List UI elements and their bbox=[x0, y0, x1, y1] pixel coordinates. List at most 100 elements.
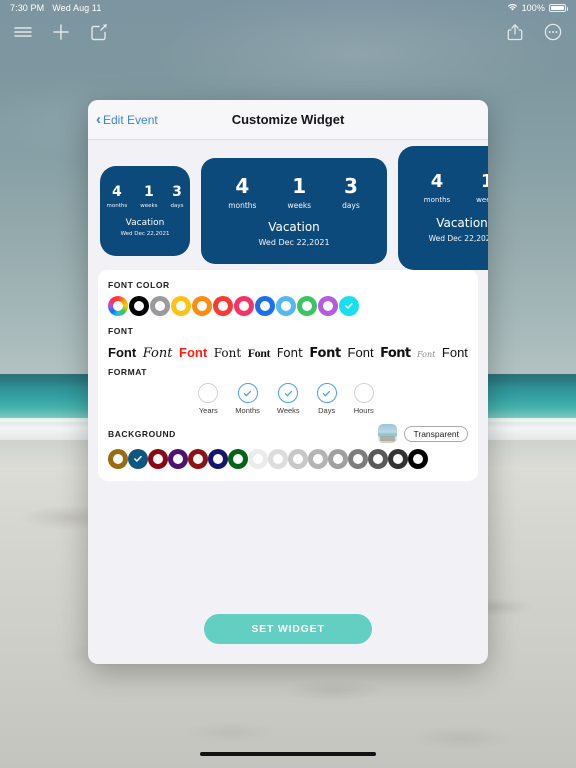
unit-weeks: 1 weeks bbox=[140, 185, 157, 209]
font-sample-9[interactable]: Font bbox=[380, 346, 411, 361]
font-color-swatch-green[interactable] bbox=[297, 296, 317, 316]
font-color-swatch-orange[interactable] bbox=[192, 296, 212, 316]
unit-value: 3 bbox=[172, 183, 182, 200]
plus-icon[interactable] bbox=[50, 21, 72, 43]
event-title: Vacation bbox=[436, 216, 488, 231]
font-sample-5[interactable]: Font bbox=[248, 346, 271, 361]
font-color-swatch-gray[interactable] bbox=[150, 296, 170, 316]
unit-label: months bbox=[228, 200, 257, 210]
background-swatch-gray-1[interactable] bbox=[248, 449, 268, 469]
widget-options-panel: FONT COLOR FONT Font Font Font Font Font Font… bbox=[98, 270, 478, 481]
transparent-background-button[interactable]: Transparent bbox=[404, 425, 468, 442]
check-icon bbox=[243, 390, 252, 396]
font-color-swatch-red[interactable] bbox=[213, 296, 233, 316]
format-checkbox[interactable] bbox=[316, 383, 337, 403]
unit-label: weeks bbox=[476, 195, 488, 204]
format-section: FORMAT Years Months Weeks Days Hours bbox=[108, 367, 468, 415]
font-color-swatch-yellow[interactable] bbox=[171, 296, 191, 316]
format-option-weeks[interactable]: Weeks bbox=[277, 383, 300, 415]
background-swatch-gray-5[interactable] bbox=[328, 449, 348, 469]
font-section-label: FONT bbox=[108, 326, 134, 336]
unit-months: 4 months bbox=[228, 173, 257, 210]
widget-preview-card-small[interactable]: 4 months 1 weeks 3 days Vacation Wed Dec… bbox=[100, 166, 190, 256]
unit-label: days bbox=[342, 200, 360, 210]
unit-label: days bbox=[170, 202, 184, 209]
format-checkbox[interactable] bbox=[278, 383, 299, 403]
format-option-months[interactable]: Months bbox=[235, 383, 260, 415]
widget-preview-card-medium[interactable]: 4 months 1 weeks 3 days Vacation Wed Dec… bbox=[201, 158, 387, 264]
font-sample-11[interactable]: Font bbox=[442, 345, 468, 360]
font-sample-4[interactable]: Font bbox=[214, 346, 241, 360]
widget-preview-card-large[interactable]: 4 months 1 weeks Vacation Wed Dec 22,202… bbox=[398, 146, 488, 270]
toolbar-left-group bbox=[12, 21, 110, 43]
widget-preview-strip: 4 months 1 weeks 3 days Vacation Wed Dec… bbox=[88, 140, 488, 270]
hamburger-menu-icon[interactable] bbox=[12, 21, 34, 43]
font-color-swatch-pink[interactable] bbox=[234, 296, 254, 316]
back-to-edit-event-button[interactable]: ‹ Edit Event bbox=[88, 112, 158, 127]
background-swatch-gray-8[interactable] bbox=[388, 449, 408, 469]
status-battery-percent: 100% bbox=[521, 3, 545, 13]
font-color-swatch-purple[interactable] bbox=[318, 296, 338, 316]
font-color-section-label: FONT COLOR bbox=[108, 280, 170, 290]
event-date: Wed Dec 22,2021 bbox=[258, 237, 330, 247]
background-swatch-dark-red[interactable] bbox=[148, 449, 168, 469]
font-color-swatch-black[interactable] bbox=[129, 296, 149, 316]
background-swatch-gray-3[interactable] bbox=[288, 449, 308, 469]
format-option-label: Years bbox=[198, 406, 218, 415]
font-sample-7[interactable]: Font bbox=[309, 346, 341, 361]
font-sample-3[interactable]: Font bbox=[179, 345, 207, 360]
chevron-left-icon: ‹ bbox=[96, 111, 101, 128]
set-widget-button[interactable]: SET WIDGET bbox=[204, 614, 372, 644]
font-color-swatch-blue[interactable] bbox=[255, 296, 275, 316]
font-sample-6[interactable]: Font bbox=[277, 346, 303, 360]
font-sample-1[interactable]: Font bbox=[108, 345, 136, 360]
toolbar-right-group bbox=[504, 21, 564, 43]
format-checkbox[interactable] bbox=[198, 383, 219, 403]
font-sample-10[interactable]: Font bbox=[417, 350, 435, 359]
background-swatch-row bbox=[108, 449, 468, 469]
format-option-hours[interactable]: Hours bbox=[353, 383, 374, 415]
format-option-years[interactable]: Years bbox=[198, 383, 219, 415]
background-swatch-black[interactable] bbox=[408, 449, 428, 469]
background-swatch-navy[interactable] bbox=[208, 449, 228, 469]
back-button-label: Edit Event bbox=[103, 112, 158, 127]
compose-icon[interactable] bbox=[88, 21, 110, 43]
units-row: 4 months 1 weeks 3 days bbox=[228, 173, 360, 210]
format-option-row: Years Months Weeks Days Hours bbox=[108, 383, 468, 415]
event-date: Wed Dec 22,2021 bbox=[120, 231, 170, 238]
unit-label: weeks bbox=[287, 200, 312, 210]
background-image-thumbnail[interactable] bbox=[378, 424, 398, 443]
format-checkbox[interactable] bbox=[353, 383, 374, 403]
font-sample-2[interactable]: Font bbox=[143, 346, 173, 361]
background-section-label: BACKGROUND bbox=[108, 428, 176, 439]
event-title: Vacation bbox=[268, 219, 320, 234]
format-option-label: Weeks bbox=[276, 406, 300, 415]
unit-value: 3 bbox=[343, 173, 358, 198]
background-swatch-gray-7[interactable] bbox=[368, 449, 388, 469]
home-indicator[interactable] bbox=[200, 752, 376, 756]
background-swatch-gray-4[interactable] bbox=[308, 449, 328, 469]
format-option-days[interactable]: Days bbox=[316, 383, 337, 415]
unit-value: 4 bbox=[235, 173, 250, 198]
background-swatch-gray-6[interactable] bbox=[348, 449, 368, 469]
background-swatch-dark-green[interactable] bbox=[228, 449, 248, 469]
font-color-swatch-rainbow[interactable] bbox=[108, 296, 128, 316]
background-swatch-gray-2[interactable] bbox=[268, 449, 288, 469]
background-swatch-ocean-blue[interactable] bbox=[128, 449, 148, 469]
background-swatch-maroon[interactable] bbox=[188, 449, 208, 469]
font-sample-8[interactable]: Font bbox=[348, 345, 374, 360]
background-section: BACKGROUND Transparent bbox=[108, 424, 468, 469]
status-bar: 7:30 PM Wed Aug 11 100% bbox=[0, 0, 576, 16]
unit-value: 1 bbox=[480, 170, 488, 192]
font-color-swatch-row bbox=[108, 296, 468, 316]
unit-label: months bbox=[423, 195, 451, 204]
background-swatch-purple[interactable] bbox=[168, 449, 188, 469]
check-icon bbox=[322, 390, 331, 396]
format-checkbox[interactable] bbox=[237, 383, 258, 403]
background-swatch-bronze[interactable] bbox=[108, 449, 128, 469]
font-color-swatch-cyan[interactable] bbox=[339, 296, 359, 316]
format-option-label: Hours bbox=[353, 406, 374, 415]
share-icon[interactable] bbox=[504, 21, 526, 43]
font-color-swatch-light-blue[interactable] bbox=[276, 296, 296, 316]
more-options-icon[interactable] bbox=[542, 21, 564, 43]
